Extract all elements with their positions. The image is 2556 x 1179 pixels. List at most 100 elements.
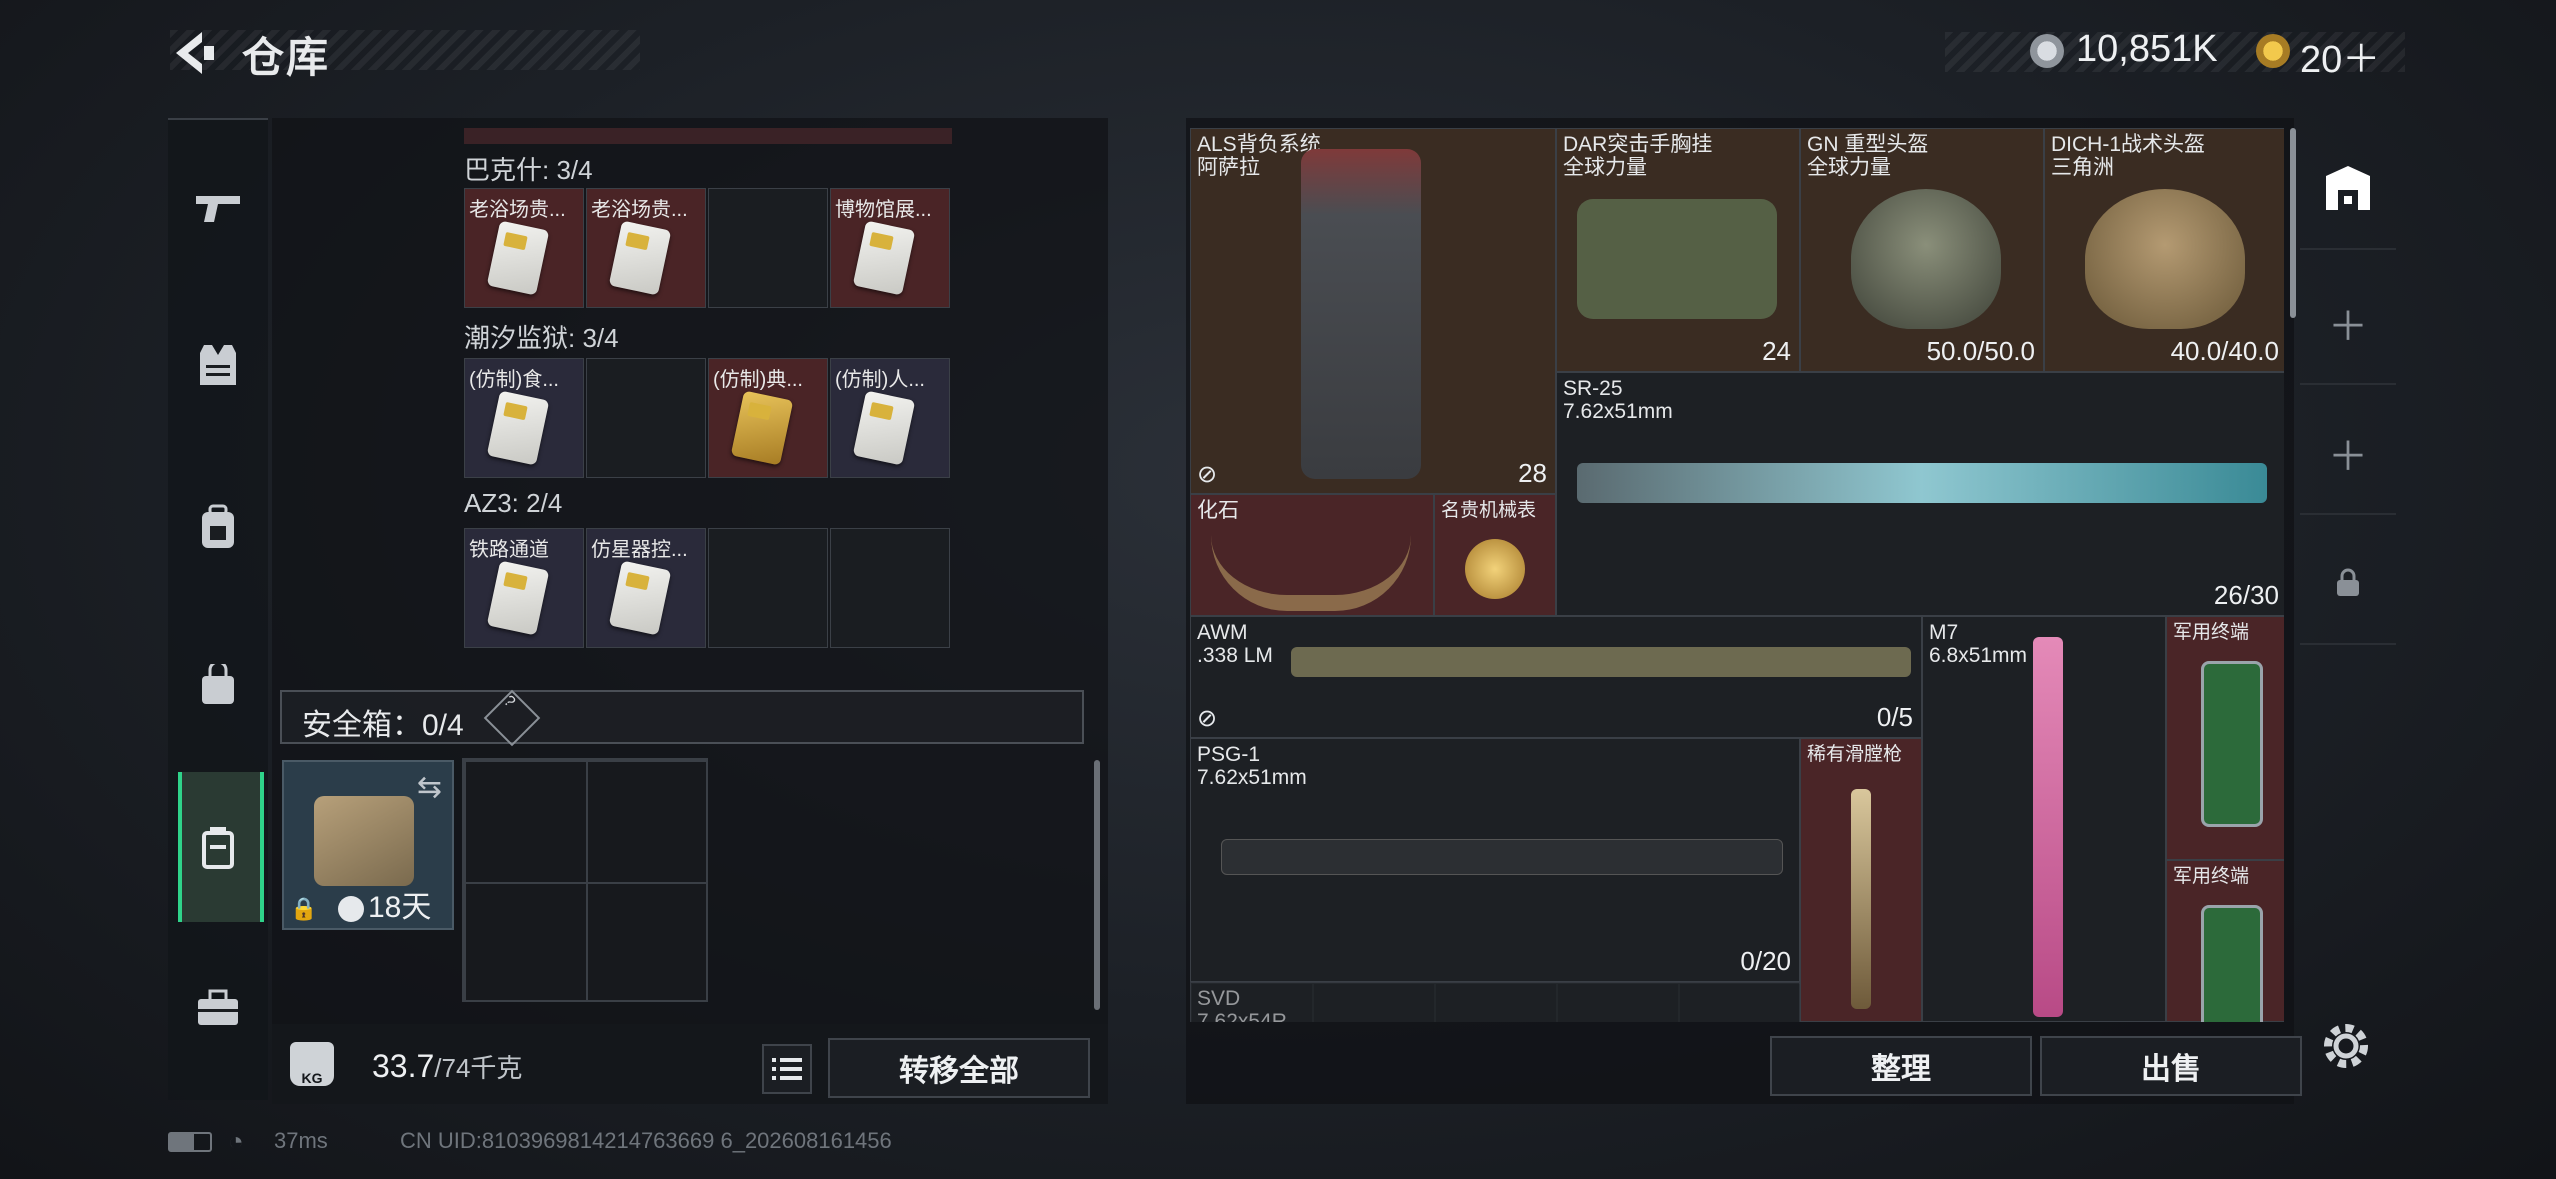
helmet-item[interactable]: GN 重型头盔 全球力量 50.0/50.0 [1800,128,2044,372]
rifle-item[interactable]: SR-25 7.62x51mm 26/30 [1556,372,2284,616]
rifle-item[interactable]: M7 6.8x51mm [1922,616,2166,1022]
token-amount: 20＋ [2300,39,2381,81]
battery-icon [168,1132,212,1152]
pistol-icon [196,196,240,222]
grid-item[interactable]: 仿星器控... [586,528,706,648]
rail-vest-tab[interactable] [178,325,258,405]
musket-item[interactable]: 稀有滑膛枪 [1800,738,1922,1022]
rail-backpack-tab[interactable] [178,487,258,567]
rifle-image [2033,637,2063,1017]
item-grid: 老浴场贵... 老浴场贵... 博物馆展... [464,188,952,310]
empty-slot[interactable] [586,358,706,478]
warehouse-icon [2326,166,2370,210]
vest-item[interactable]: DAR突击手胸挂 全球力量 24 [1556,128,1800,372]
backpack-image [1301,149,1421,479]
rail-briefcase-tab[interactable] [178,968,258,1048]
swap-icon[interactable]: ⇆ [417,770,442,805]
musket-image [1851,789,1871,1009]
rail-safebox-tab[interactable] [178,808,258,888]
terminal-item[interactable]: 军用终端 [2166,616,2284,860]
grid-item[interactable]: (仿制)典... [708,358,828,478]
scrollbar[interactable] [2290,128,2296,318]
grid-item[interactable]: (仿制)人... [830,358,950,478]
item-grid: (仿制)食... (仿制)典... (仿制)人... [464,358,952,480]
safebox-item[interactable]: ⇆ 🔒 18天 [282,760,454,930]
page-title: 仓库 [242,34,331,81]
rail-weapon-tab[interactable] [178,168,258,248]
backpack-icon [202,504,234,548]
weight-icon: KG [290,1042,334,1086]
weight-readout: 33.7/74千克 [372,1048,522,1085]
safebox-header: 安全箱：0/4 ? [280,689,1084,747]
empty-slot[interactable] [830,528,950,648]
terminal-item[interactable]: 军用终端 [2166,860,2284,1022]
watch-item[interactable]: 名贵机械表 [1434,494,1556,616]
no-insure-icon: ⊘ [1197,705,1218,732]
page-tab-add[interactable]: ＋ [2300,393,2396,515]
clock-icon [338,896,364,922]
group-label: 潮汐监狱: 3/4 [464,323,619,353]
vest-image [1577,199,1777,319]
lock-icon: 🔒 [290,896,318,921]
sell-button[interactable]: 出售 [2040,1036,2302,1096]
grid-item[interactable]: 博物馆展... [830,188,950,308]
safebox-icon [202,827,234,869]
briefcase-icon [198,989,238,1025]
rail-bag-tab[interactable] [178,645,258,725]
group-label: AZ3: 2/4 [464,488,563,518]
token-icon [2256,34,2290,68]
help-icon[interactable]: ? [483,689,541,747]
panel-top-divider [464,128,952,144]
wifi-icon: ◔ [228,1126,244,1156]
rifle-image [1291,647,1911,677]
bag-icon [202,664,234,704]
transfer-all-button[interactable]: 转移全部 [828,1038,1090,1098]
watch-image [1465,539,1525,599]
empty-slot[interactable] [708,528,828,648]
rifle-item[interactable]: AWM .338 LM ⊘ 0/5 [1190,616,1922,738]
grid-item[interactable]: 老浴场贵... [464,188,584,308]
weight-max: /74千克 [434,1053,523,1083]
keycard-icon [852,220,916,296]
grid-item[interactable]: 老浴场贵... [586,188,706,308]
ping-readout: 37ms [274,1128,328,1153]
safebox-grid [462,758,708,1002]
keycard-icon [730,390,794,466]
settings-gear-icon[interactable] [2318,1018,2374,1079]
rifle-item[interactable]: PSG-1 7.62x51mm 0/20 [1190,738,1800,982]
sort-button[interactable]: 整理 [1770,1036,2032,1096]
page-tab-locked[interactable] [2300,523,2396,645]
list-view-button[interactable] [762,1044,812,1094]
helmet-image [2085,189,2245,329]
helmet-item[interactable]: DICH-1战术头盔 三角洲 40.0/40.0 [2044,128,2284,372]
group-label: 巴克什: 3/4 [464,155,593,185]
keycard-icon [486,560,550,636]
fossil-item[interactable]: 化石 [1190,494,1434,616]
grid-item[interactable]: 铁路通道 [464,528,584,648]
page-tab-main[interactable] [2300,128,2396,250]
backpack-item[interactable]: ALS背负系统 阿萨拉 ⊘ 28 [1190,128,1556,494]
empty-slot[interactable] [708,188,828,308]
safebox-image [314,796,414,886]
scrollbar[interactable] [1094,760,1100,1010]
warehouse-grid: ALS背负系统 阿萨拉 ⊘ 28 DAR突击手胸挂 全球力量 24 GN 重型头… [1190,128,2284,1022]
vest-icon [200,345,236,385]
no-insure-icon: ⊘ [1197,461,1218,488]
warehouse-page-rail: ＋ ＋ [2300,128,2396,1028]
rifle-image [1221,839,1783,875]
uid-readout: CN UID:8103969814214763669 6_20260816145… [400,1128,892,1153]
safebox-duration: 18天 [368,891,432,924]
keycard-icon [486,390,550,466]
safebox-label: 安全箱：0/4 [302,709,464,742]
weight-current: 33.7 [372,1048,435,1084]
grid-item[interactable]: (仿制)食... [464,358,584,478]
rifle-item[interactable]: SVD 7.62x54R [1190,982,1800,1022]
category-rail [168,118,268,1100]
coin-icon [2030,34,2064,68]
keycard-icon [608,560,672,636]
keycard-icon [486,220,550,296]
item-grid: 铁路通道 仿星器控... [464,528,952,650]
terminal-image [2201,661,2263,827]
currency-amount: 10,851K [2076,28,2218,70]
page-tab-add[interactable]: ＋ [2300,263,2396,385]
